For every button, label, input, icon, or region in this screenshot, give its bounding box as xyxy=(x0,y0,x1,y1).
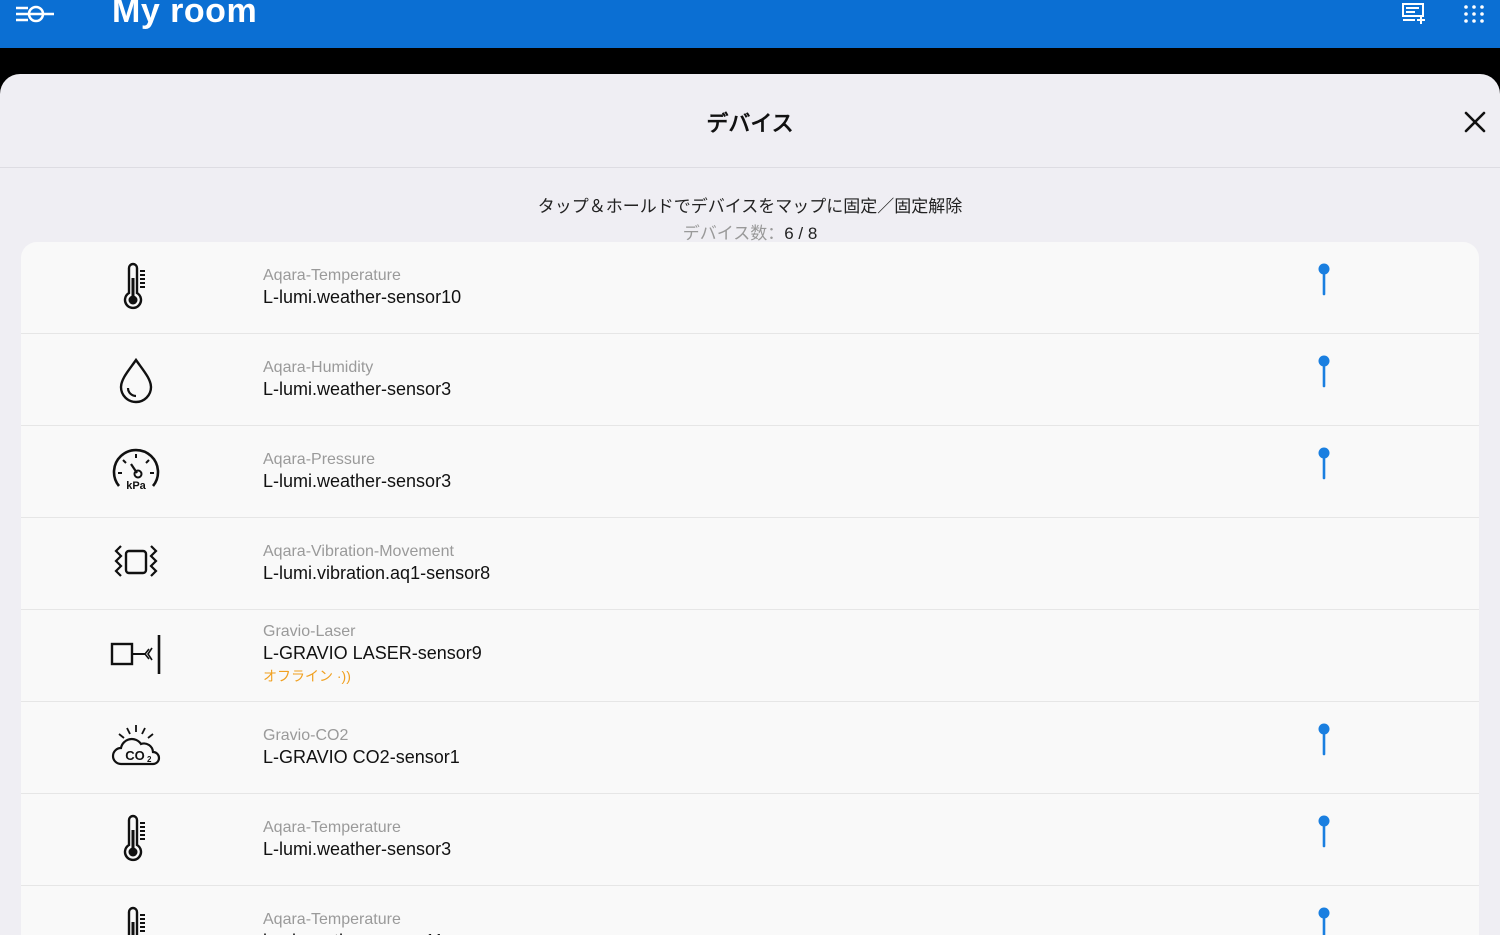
co2-icon: CO 2 xyxy=(109,722,163,772)
device-list: Aqara-Temperature L-lumi.weather-sensor10… xyxy=(21,242,1479,935)
close-icon[interactable] xyxy=(1462,109,1488,135)
device-name: lumi.weather-sensor11 xyxy=(263,930,444,935)
device-type: Gravio-CO2 xyxy=(263,727,349,744)
laser-icon xyxy=(109,630,163,680)
device-row[interactable]: Aqara-Temperature L-lumi.weather-sensor10 xyxy=(21,242,1479,334)
map-pin-icon[interactable] xyxy=(1314,354,1334,388)
page-title: My room xyxy=(112,0,258,30)
sheet-header: デバイス xyxy=(0,74,1500,168)
thermometer-icon xyxy=(109,906,163,935)
device-count: デバイス数：6 / 8 xyxy=(0,219,1500,244)
map-pin-icon[interactable] xyxy=(1314,722,1334,756)
device-row[interactable]: Aqara-Humidity L-lumi.weather-sensor3 xyxy=(21,334,1479,426)
map-pin-icon[interactable] xyxy=(1314,814,1334,848)
svg-text:2: 2 xyxy=(147,755,152,764)
device-type: Aqara-Temperature xyxy=(263,267,401,284)
thermometer-icon xyxy=(109,262,163,312)
device-text: Aqara-Vibration-Movement L-lumi.vibration… xyxy=(263,542,490,584)
map-pin-icon[interactable] xyxy=(1314,906,1334,935)
pressure-gauge-icon: kPa xyxy=(109,446,163,496)
device-row[interactable]: Aqara-Temperature L-lumi.weather-sensor3 xyxy=(21,794,1479,886)
device-text: Aqara-Humidity L-lumi.weather-sensor3 xyxy=(263,358,451,400)
device-text: Gravio-Laser L-GRAVIO LASER-sensor9 オフライン … xyxy=(263,622,482,686)
sheet-title: デバイス xyxy=(706,111,794,136)
device-text: Aqara-Temperature L-lumi.weather-sensor3 xyxy=(263,818,451,860)
thermometer-icon xyxy=(109,814,163,864)
device-row[interactable]: Aqara-Vibration-Movement L-lumi.vibration… xyxy=(21,518,1479,610)
grid-icon[interactable] xyxy=(1463,4,1485,24)
devices-sheet: デバイス タップ＆ホールドでデバイスをマップに固定／固定解除 デバイス数：6 /… xyxy=(0,74,1500,935)
device-type: Aqara-Temperature xyxy=(263,911,401,928)
device-text: Aqara-Temperature L-lumi.weather-sensor10 xyxy=(263,266,461,308)
map-pin-icon[interactable] xyxy=(1314,262,1334,296)
menu-icon[interactable] xyxy=(14,2,58,28)
device-type: Gravio-Laser xyxy=(263,623,356,640)
device-row[interactable]: CO 2 Gravio-CO2 L-GRAVIO CO2-sensor1 xyxy=(21,702,1479,794)
svg-text:CO: CO xyxy=(125,748,145,763)
device-name: L-GRAVIO LASER-sensor9 xyxy=(263,643,482,663)
device-name: L-lumi.weather-sensor3 xyxy=(263,839,452,859)
device-name: L-GRAVIO CO2-sensor1 xyxy=(263,747,460,767)
device-name: L-lumi.weather-sensor3 xyxy=(263,379,452,399)
device-type: Aqara-Humidity xyxy=(263,359,374,376)
device-row[interactable]: Aqara-Temperature lumi.weather-sensor11 xyxy=(21,886,1479,935)
device-name: L-lumi.weather-sensor3 xyxy=(263,471,452,491)
offline-status: オフライン ·)) xyxy=(263,668,351,684)
humidity-drop-icon xyxy=(109,354,163,404)
device-text: Gravio-CO2 L-GRAVIO CO2-sensor1 xyxy=(263,726,460,768)
device-name: L-lumi.vibration.aq1-sensor8 xyxy=(263,563,491,583)
device-type: Aqara-Temperature xyxy=(263,819,401,836)
device-text: Aqara-Temperature lumi.weather-sensor11 xyxy=(263,910,444,935)
device-type: Aqara-Pressure xyxy=(263,451,376,468)
device-type: Aqara-Vibration-Movement xyxy=(263,543,454,560)
device-row[interactable]: Gravio-Laser L-GRAVIO LASER-sensor9 オフライン … xyxy=(21,610,1479,702)
map-pin-icon[interactable] xyxy=(1314,446,1334,480)
pin-hint-text: タップ＆ホールドでデバイスをマップに固定／固定解除 xyxy=(537,197,963,216)
device-text: Aqara-Pressure L-lumi.weather-sensor3 xyxy=(263,450,451,492)
app-bar: My room xyxy=(0,0,1500,48)
svg-text:kPa: kPa xyxy=(126,480,146,492)
device-count-label: デバイス数： xyxy=(682,224,785,243)
device-row[interactable]: kPa Aqara-Pressure L-lumi.weather-sensor3 xyxy=(21,426,1479,518)
vibration-icon xyxy=(109,538,163,588)
device-name: L-lumi.weather-sensor10 xyxy=(263,287,462,307)
device-count-value: 6 / 8 xyxy=(784,224,818,243)
playlist-add-icon[interactable] xyxy=(1401,2,1427,24)
